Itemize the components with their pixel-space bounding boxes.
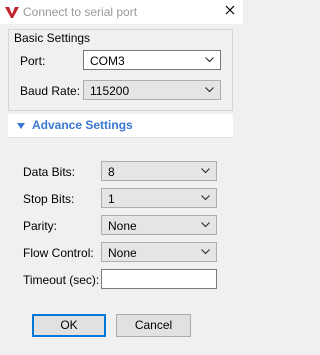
advance-settings-toggle[interactable]: Advance Settings <box>8 114 233 138</box>
flow-control-value: None <box>108 246 137 260</box>
app-logo-icon <box>5 7 19 18</box>
data-bits-select[interactable]: 8 <box>101 161 217 181</box>
chevron-down-icon <box>201 249 210 255</box>
parity-select[interactable]: None <box>101 215 217 235</box>
stop-bits-label: Stop Bits: <box>23 192 75 206</box>
flow-control-select[interactable]: None <box>101 242 217 262</box>
data-bits-value: 8 <box>108 165 115 179</box>
cancel-button[interactable]: Cancel <box>116 314 191 337</box>
title-bar: Connect to serial port <box>0 0 243 24</box>
close-icon[interactable] <box>225 5 235 15</box>
baud-rate-select[interactable]: 115200 <box>83 80 221 100</box>
port-label: Port: <box>20 54 46 68</box>
parity-label: Parity: <box>23 219 58 233</box>
window-title: Connect to serial port <box>23 5 138 19</box>
baud-rate-value: 115200 <box>90 84 130 98</box>
chevron-down-icon <box>205 87 214 93</box>
collapse-arrow-icon <box>17 123 25 129</box>
advance-settings-title: Advance Settings <box>32 118 133 132</box>
data-bits-label: Data Bits: <box>23 165 76 179</box>
chevron-down-icon <box>205 57 214 63</box>
flow-control-label: Flow Control: <box>23 246 94 260</box>
basic-settings-title: Basic Settings <box>14 31 91 45</box>
timeout-label: Timeout (sec): <box>23 273 100 287</box>
port-value: COM3 <box>90 54 125 68</box>
chevron-down-icon <box>201 168 210 174</box>
chevron-down-icon <box>201 195 210 201</box>
stop-bits-select[interactable]: 1 <box>101 188 217 208</box>
ok-button[interactable]: OK <box>32 314 106 337</box>
parity-value: None <box>108 219 137 233</box>
port-select[interactable]: COM3 <box>83 50 221 70</box>
timeout-input[interactable] <box>101 269 217 289</box>
chevron-down-icon <box>201 222 210 228</box>
stop-bits-value: 1 <box>108 192 115 206</box>
baud-rate-label: Baud Rate: <box>20 84 81 98</box>
